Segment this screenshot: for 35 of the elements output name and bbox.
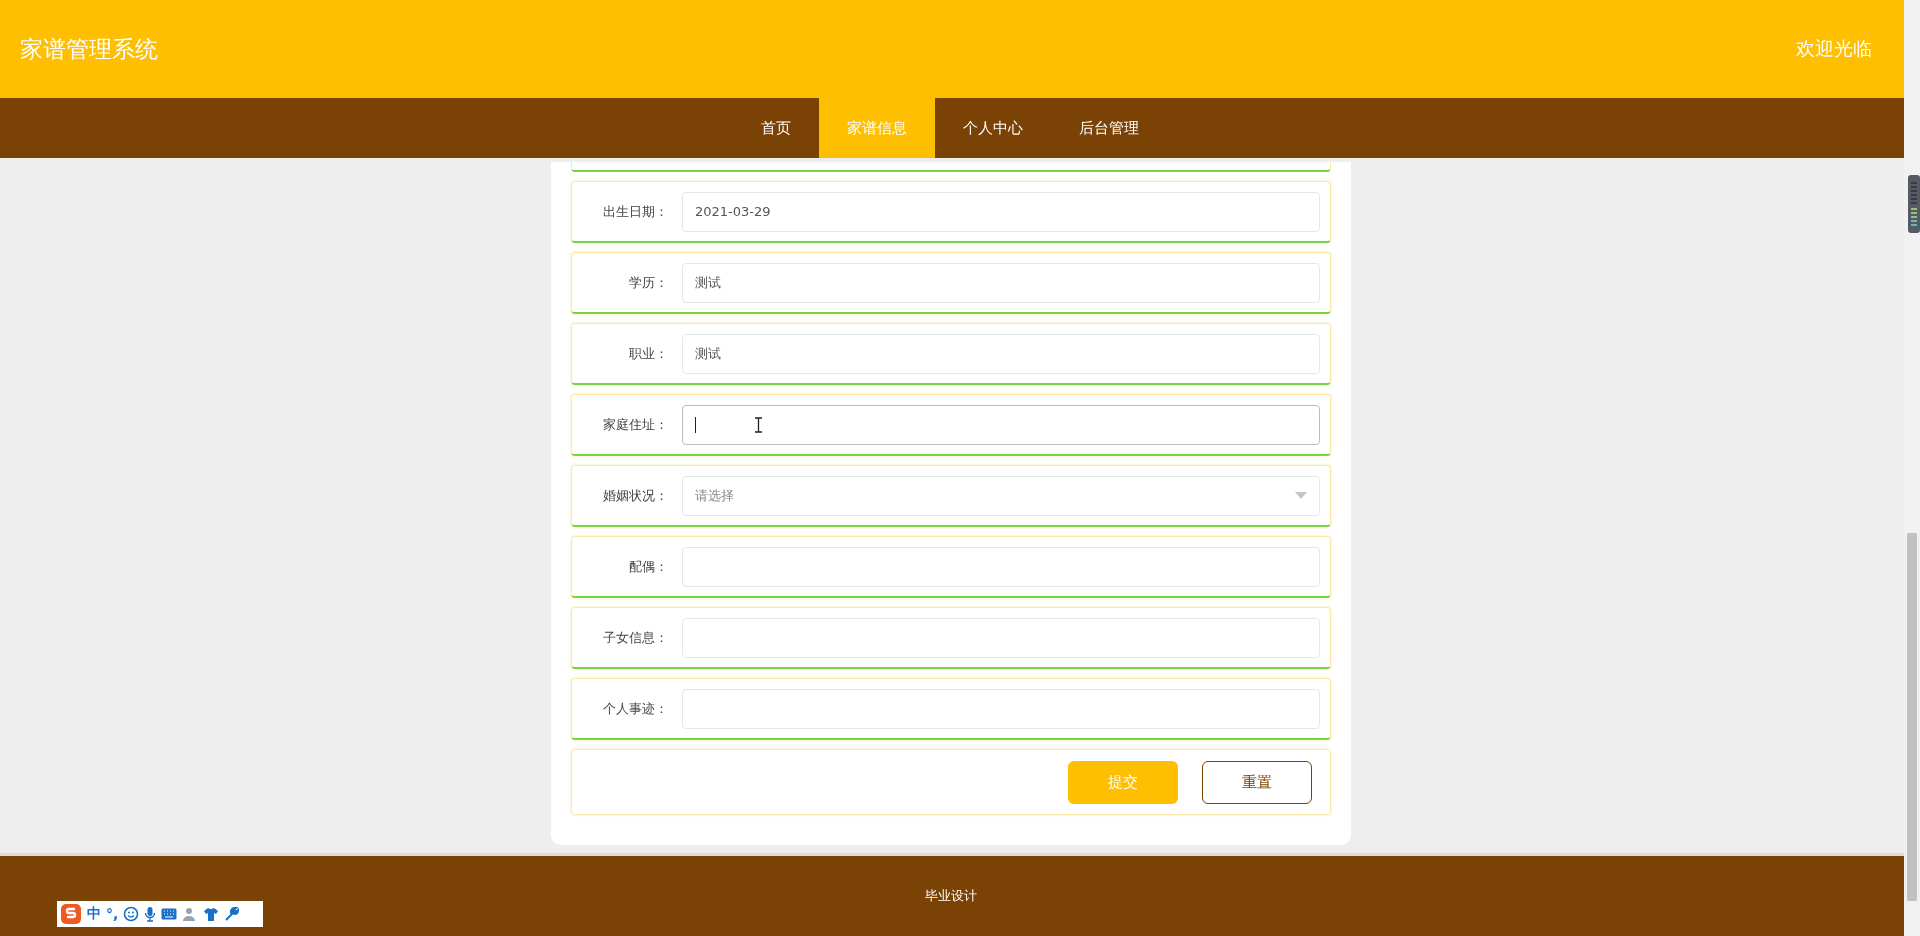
input-field[interactable]	[682, 404, 1320, 445]
field-label: 职业：	[628, 344, 668, 363]
field-label: 子女信息：	[602, 628, 668, 647]
keyboard-icon[interactable]	[161, 908, 178, 920]
field-label: 配偶：	[628, 557, 668, 576]
input-field[interactable]: 测试	[682, 333, 1320, 374]
text-caret	[695, 416, 696, 433]
field-label: 个人事迹：	[602, 699, 668, 718]
input-field[interactable]: 2021-03-29	[682, 191, 1320, 232]
reset-button[interactable]: 重置	[1202, 760, 1312, 804]
field-label: 学历：	[628, 273, 668, 292]
input-field[interactable]: 测试	[682, 262, 1320, 303]
microphone-icon[interactable]	[144, 906, 157, 922]
ime-mode-toggle[interactable]: 中	[87, 905, 101, 923]
field-label: 家庭住址：	[602, 415, 668, 434]
select-placeholder: 请选择	[695, 486, 734, 505]
nav-tab[interactable]: 首页	[733, 98, 819, 158]
dropdown-caret-icon	[1295, 492, 1307, 499]
field-label: 婚姻状况：	[602, 486, 668, 505]
punctuation-toggle[interactable]: °,	[106, 906, 119, 922]
footer-text: 毕业设计	[925, 887, 977, 905]
nav-tab[interactable]: 个人中心	[935, 98, 1051, 158]
field-label: 出生日期：	[602, 202, 668, 221]
smiley-icon[interactable]	[123, 906, 140, 922]
select-field[interactable]: 请选择	[682, 475, 1320, 516]
welcome-text: 欢迎光临	[1796, 36, 1872, 61]
text-cursor-icon	[754, 416, 763, 433]
ime-logo-icon[interactable]	[60, 903, 82, 925]
site-title: 家谱管理系统	[20, 34, 158, 64]
shirt-icon[interactable]	[203, 906, 220, 922]
level-meter-icon	[1908, 175, 1920, 233]
wrench-icon[interactable]	[224, 906, 240, 922]
nav-tab[interactable]: 后台管理	[1051, 98, 1167, 158]
scrollbar[interactable]	[1904, 0, 1920, 936]
scrollbar-thumb[interactable]	[1907, 533, 1917, 901]
